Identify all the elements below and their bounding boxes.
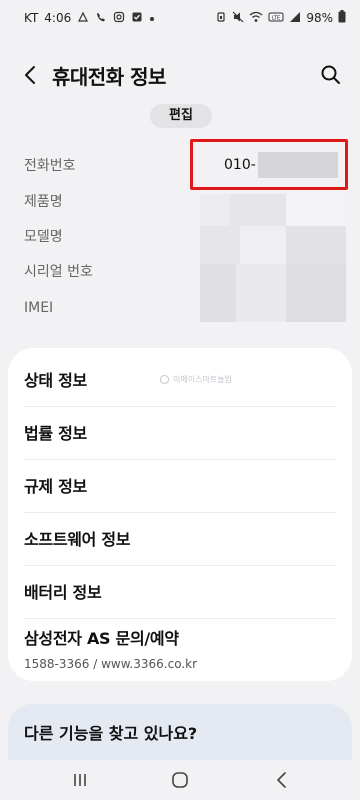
notification-icon (77, 11, 89, 26)
status-left: KT 4:06 (24, 11, 155, 26)
wifi-icon (249, 11, 263, 26)
recents-button[interactable] (68, 768, 92, 792)
app-header: 휴대전화 정보 (0, 52, 360, 98)
battery-percent: 98% (306, 11, 333, 25)
svg-text:LTE: LTE (272, 15, 280, 21)
menu-item-status-info[interactable]: 상태 정보 이메이스마트놀업 (24, 354, 336, 407)
signal-icon (289, 11, 301, 26)
clock: 4:06 (44, 11, 72, 25)
serial-number-label: 시리얼 번호 (24, 264, 93, 280)
chevron-left-icon (25, 66, 35, 84)
menu-label: 소프트웨어 정보 (24, 530, 131, 549)
menu-item-regulatory-info[interactable]: 규제 정보 (24, 460, 336, 513)
menu-label: 배터리 정보 (24, 583, 102, 602)
home-button[interactable] (168, 768, 192, 792)
checkbox-icon (131, 11, 143, 26)
system-nav-bar (0, 760, 360, 800)
menu-label: 삼성전자 AS 문의/예약 (24, 629, 179, 648)
alarm-icon (215, 11, 227, 26)
suggestion-title: 다른 기능을 찾고 있나요? (24, 724, 198, 743)
phone-number-label: 전화번호 (24, 158, 76, 174)
recents-icon (74, 774, 86, 786)
instagram-icon (113, 11, 125, 26)
watermark-circle-icon (160, 375, 169, 384)
menu-label: 법률 정보 (24, 424, 87, 443)
menu-sublabel: 1588-3366 / www.3366.co.kr (24, 657, 198, 671)
menu-label: 규제 정보 (24, 477, 87, 496)
volte-icon: LTE (268, 11, 284, 26)
edit-button[interactable]: 편집 (150, 104, 212, 128)
menu-item-software-info[interactable]: 소프트웨어 정보 (24, 513, 336, 566)
imei-label: IMEI (24, 300, 54, 316)
battery-icon (338, 10, 346, 26)
status-right: LTE 98% (215, 10, 346, 26)
dot-icon (149, 12, 155, 25)
search-button[interactable] (318, 62, 344, 88)
mute-icon (232, 11, 244, 26)
status-bar: KT 4:06 LTE 98% (0, 0, 360, 36)
settings-menu-card: 상태 정보 이메이스마트놀업 법률 정보 규제 정보 소프트웨어 정보 배터리 … (8, 348, 352, 681)
menu-label: 상태 정보 (24, 371, 87, 390)
menu-item-battery-info[interactable]: 배터리 정보 (24, 566, 336, 619)
product-name-label: 제품명 (24, 194, 63, 210)
system-back-button[interactable] (270, 768, 294, 792)
looking-for-something-card[interactable]: 다른 기능을 찾고 있나요? (8, 704, 352, 764)
call-icon (95, 11, 107, 26)
carrier-label: KT (24, 11, 39, 25)
page-title: 휴대전화 정보 (52, 65, 166, 89)
menu-item-legal-info[interactable]: 법률 정보 (24, 407, 336, 460)
home-icon (172, 772, 188, 788)
watermark: 이메이스마트놀업 (160, 374, 232, 385)
back-icon (277, 772, 286, 788)
model-name-label: 모델명 (24, 229, 63, 245)
phone-number-highlight (190, 139, 348, 190)
menu-item-samsung-service[interactable]: 삼성전자 AS 문의/예약 1588-3366 / www.3366.co.kr (24, 619, 336, 679)
back-button[interactable] (18, 62, 44, 88)
watermark-text: 이메이스마트놀업 (173, 375, 232, 384)
search-icon (321, 65, 340, 84)
